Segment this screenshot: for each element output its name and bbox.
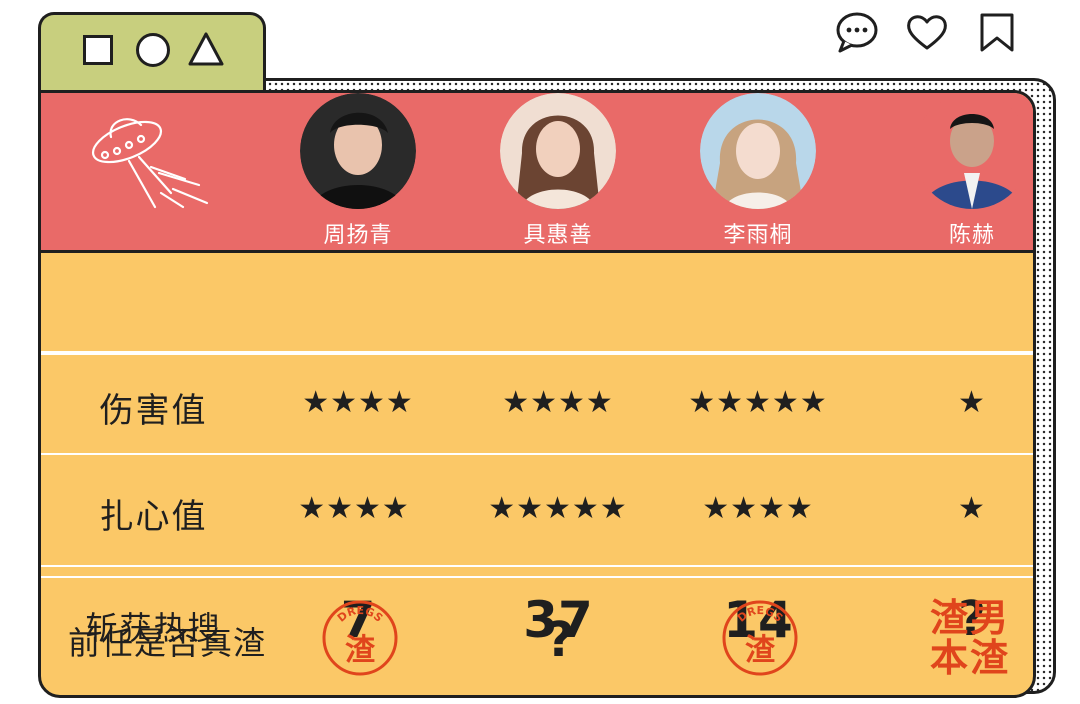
- window-tab: [38, 12, 266, 92]
- person-name: 周扬青: [323, 223, 393, 248]
- ufo-icon: [91, 118, 209, 209]
- header-row: 周扬青 具惠善 李雨桐 陈赫: [41, 93, 1033, 253]
- heart-icon[interactable]: [904, 10, 950, 54]
- scum-stamp: DREGS 渣: [260, 598, 460, 682]
- action-icons: [834, 10, 1020, 54]
- person-chen: 陈赫: [907, 93, 1033, 249]
- rating-stars: ★★★★★: [488, 491, 628, 526]
- person-name: 李雨桐: [723, 223, 793, 248]
- comment-icon[interactable]: [834, 10, 880, 54]
- row-label: 扎心值: [99, 497, 208, 537]
- bookmark-icon[interactable]: [974, 10, 1020, 54]
- triangle-icon: [188, 32, 224, 66]
- avatar: [914, 93, 1030, 209]
- svg-text:渣: 渣: [745, 633, 776, 668]
- row-heartbreak-values: 扎心值 ★★★★ ★★★★★ ★★★★ ★: [41, 453, 1033, 565]
- dregs-stamp-icon: DREGS 渣: [722, 600, 798, 676]
- verdict-line: 渣男: [929, 596, 1010, 640]
- verdict-text: 渣男 本渣: [870, 598, 1070, 678]
- person-name: 陈赫: [948, 223, 995, 248]
- row-heartbreak: [41, 353, 1033, 465]
- avatar: [500, 93, 616, 209]
- row-ex-scum: 前任是否真渣 DREGS 渣 ? DREGS 渣 渣男 本渣: [41, 576, 1033, 696]
- svg-text:渣: 渣: [345, 633, 376, 668]
- person-ku: 具惠善: [493, 93, 623, 249]
- avatar: [700, 93, 816, 209]
- person-zhou: 周扬青: [293, 93, 423, 249]
- dregs-stamp-icon: DREGS 渣: [322, 600, 398, 676]
- rating-stars: ★: [958, 491, 986, 526]
- person-li: 李雨桐: [693, 93, 823, 249]
- person-name: 具惠善: [523, 223, 593, 248]
- verdict-line: 本渣: [929, 636, 1010, 680]
- square-icon: [83, 35, 113, 65]
- rating-stars: ★★★★: [298, 491, 410, 526]
- rating-stars: ★★★★: [702, 491, 814, 526]
- avatar: [300, 93, 416, 209]
- row-label: 前任是否真渣: [67, 624, 266, 662]
- circle-icon: [136, 33, 170, 67]
- unknown-mark: ?: [546, 612, 574, 668]
- scum-stamp: DREGS 渣: [660, 598, 860, 682]
